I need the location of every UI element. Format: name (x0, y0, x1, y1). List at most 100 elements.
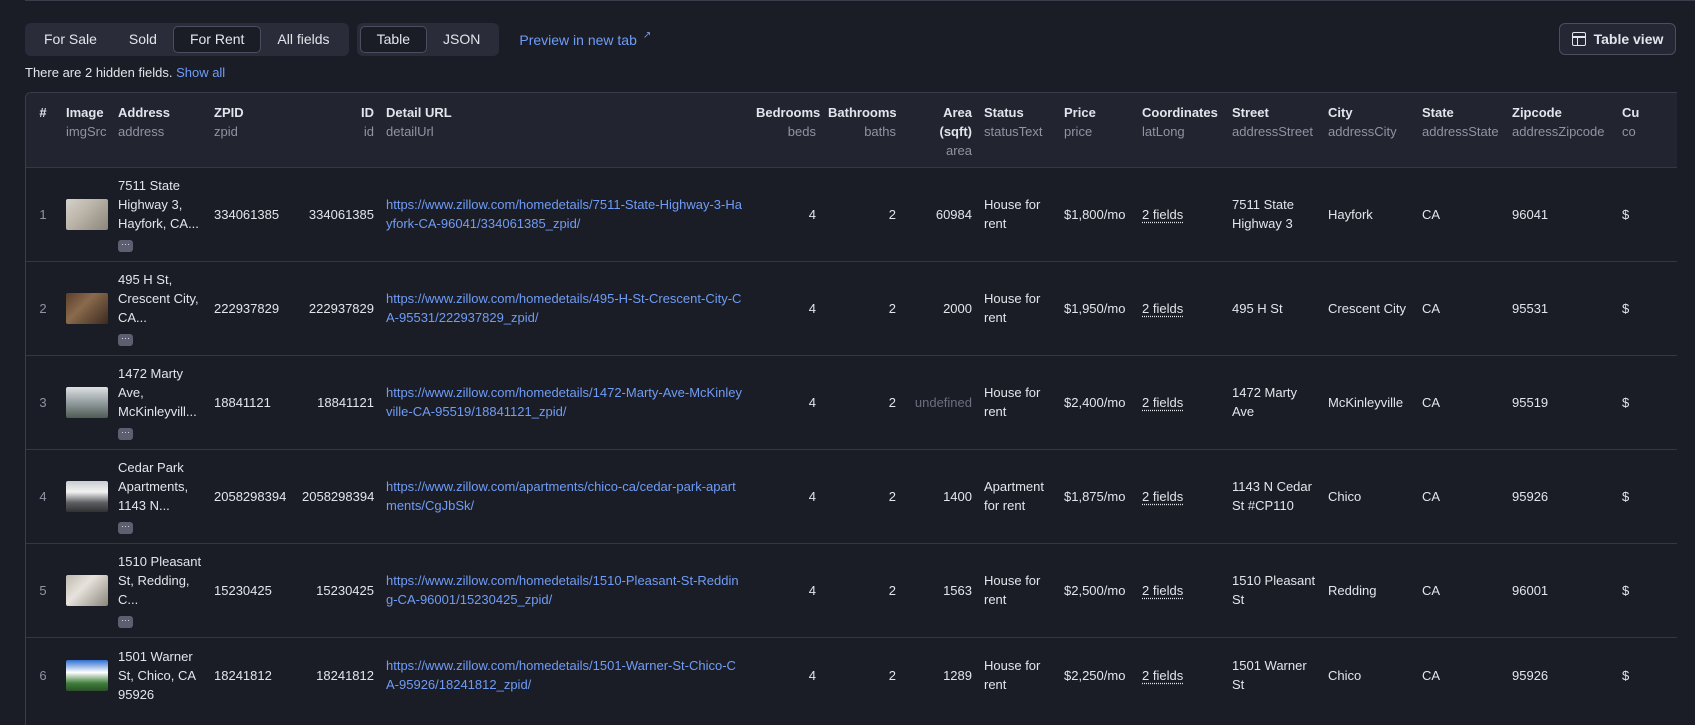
col-header-city[interactable]: City addressCity (1322, 93, 1416, 167)
listing-thumbnail[interactable] (66, 292, 108, 324)
col-header-detail-url[interactable]: Detail URL detailUrl (380, 93, 750, 167)
price-cell: $2,400/mo (1064, 394, 1126, 410)
street-cell: 7511 State Highway 3 (1232, 197, 1294, 231)
table-row[interactable]: 2 495 H St, Crescent City, CA... ··· 2229… (26, 261, 1677, 355)
status-cell: House for rent (984, 573, 1041, 607)
col-header-index[interactable]: # (26, 93, 60, 167)
table-row[interactable]: 4 Cedar Park Apartments, 1143 N... ··· 20… (26, 449, 1677, 543)
coordinates-fields-link[interactable]: 2 fields (1142, 395, 1183, 410)
area-cell: undefined (914, 394, 972, 410)
baths-cell: 2 (888, 667, 896, 683)
beds-cell: 4 (808, 582, 816, 598)
price-cell: $2,500/mo (1064, 582, 1126, 598)
zipcode-cell: 95926 (1512, 488, 1549, 504)
detail-url-link[interactable]: https://www.zillow.com/homedetails/7511-… (386, 197, 742, 231)
coordinates-fields-link[interactable]: 2 fields (1142, 668, 1183, 683)
more-icon[interactable]: ··· (118, 616, 133, 628)
col-header-currency[interactable]: Cu co (1616, 93, 1677, 167)
external-link-icon: ↗ (642, 30, 652, 41)
id-cell: 2058298394 (302, 488, 375, 504)
image-cell (60, 167, 112, 261)
tab-json[interactable]: JSON (427, 26, 496, 53)
col-header-bedrooms[interactable]: Bedrooms beds (750, 93, 822, 167)
coordinates-fields-link[interactable]: 2 fields (1142, 583, 1183, 598)
col-header-id[interactable]: ID id (296, 93, 380, 167)
currency-cell: $ (1622, 206, 1630, 222)
col-header-zpid[interactable]: ZPID zpid (208, 93, 296, 167)
table-row[interactable]: 3 1472 Marty Ave, McKinleyvill... ··· 188… (26, 355, 1677, 449)
coordinates-cell: 2 fields (1136, 261, 1226, 355)
area-cell: 1289 (943, 667, 972, 683)
area-cell: 60984 (935, 206, 972, 222)
id-cell: 334061385 (308, 206, 374, 222)
more-icon[interactable]: ··· (118, 240, 133, 252)
col-header-zipcode[interactable]: Zipcode addressZipcode (1506, 93, 1616, 167)
status-cell: House for rent (984, 385, 1041, 419)
detail-url-cell: https://www.zillow.com/homedetails/495-H… (380, 261, 750, 355)
coordinates-fields-link[interactable]: 2 fields (1142, 489, 1183, 504)
table-row[interactable]: 1 7511 State Highway 3, Hayfork, CA... ··… (26, 167, 1677, 261)
address-cell: Cedar Park Apartments, 1143 N... ··· (112, 449, 208, 543)
col-header-price[interactable]: Price price (1058, 93, 1136, 167)
detail-url-link[interactable]: https://www.zillow.com/homedetails/495-H… (386, 291, 741, 325)
col-header-image[interactable]: Image imgSrc (60, 93, 112, 167)
address-cell: 7511 State Highway 3, Hayfork, CA... ··· (112, 167, 208, 261)
state-cell: CA (1422, 582, 1441, 598)
tab-table[interactable]: Table (359, 26, 428, 53)
id-cell: 15230425 (316, 582, 374, 598)
beds-cell: 4 (808, 667, 816, 683)
table-view-label: Table view (1593, 31, 1664, 47)
row-index: 2 (39, 300, 47, 316)
col-header-address[interactable]: Address address (112, 93, 208, 167)
detail-url-link[interactable]: https://www.zillow.com/homedetails/1501-… (386, 658, 736, 692)
city-cell: Redding (1328, 582, 1377, 598)
row-index: 4 (39, 488, 47, 504)
currency-cell: $ (1622, 582, 1630, 598)
col-header-area[interactable]: Area (sqft) area (902, 93, 978, 167)
col-header-state[interactable]: State addressState (1416, 93, 1506, 167)
coordinates-cell: 2 fields (1136, 449, 1226, 543)
detail-url-link[interactable]: https://www.zillow.com/homedetails/1472-… (386, 385, 742, 419)
coordinates-fields-link[interactable]: 2 fields (1142, 301, 1183, 316)
detail-url-link[interactable]: https://www.zillow.com/homedetails/1510-… (386, 573, 739, 607)
table-header-row: # Image imgSrc Address address ZPID zpid ID… (26, 93, 1677, 167)
show-all-link[interactable]: Show all (176, 65, 225, 80)
listing-thumbnail[interactable] (66, 659, 108, 691)
beds-cell: 4 (808, 488, 816, 504)
col-header-status[interactable]: Status statusText (978, 93, 1058, 167)
tab-all-fields[interactable]: All fields (261, 26, 345, 53)
listing-thumbnail[interactable] (66, 386, 108, 418)
col-header-coordinates[interactable]: Coordinates latLong (1136, 93, 1226, 167)
table-row[interactable]: 5 1510 Pleasant St, Redding, C... ··· 152… (26, 543, 1677, 637)
image-cell (60, 355, 112, 449)
status-cell: House for rent (984, 197, 1041, 231)
listing-thumbnail[interactable] (66, 480, 108, 512)
table-row[interactable]: 6 1501 Warner St, Chico, CA 95926 182418… (26, 637, 1677, 713)
zpid-cell: 222937829 (214, 300, 280, 316)
more-icon[interactable]: ··· (118, 522, 133, 534)
more-icon[interactable]: ··· (118, 334, 133, 346)
city-cell: Chico (1328, 667, 1362, 683)
table-view-button[interactable]: Table view (1559, 23, 1676, 55)
address-cell: 1472 Marty Ave, McKinleyvill... ··· (112, 355, 208, 449)
price-cell: $1,800/mo (1064, 206, 1126, 222)
price-cell: $2,250/mo (1064, 667, 1126, 683)
beds-cell: 4 (808, 394, 816, 410)
detail-url-link[interactable]: https://www.zillow.com/apartments/chico-… (386, 479, 736, 513)
coordinates-fields-link[interactable]: 2 fields (1142, 207, 1183, 222)
preview-in-new-tab-link[interactable]: Preview in new tab ↗ (519, 30, 652, 48)
listing-thumbnail[interactable] (66, 574, 108, 606)
tab-for-rent[interactable]: For Rent (172, 26, 262, 53)
listing-thumbnail[interactable] (66, 198, 108, 230)
area-cell: 1400 (943, 488, 972, 504)
col-header-bathrooms[interactable]: Bathrooms baths (822, 93, 902, 167)
status-cell: House for rent (984, 291, 1041, 325)
tab-sold[interactable]: Sold (113, 26, 173, 53)
area-cell: 1563 (943, 582, 972, 598)
street-cell: 1510 Pleasant St (1232, 573, 1316, 607)
col-header-street[interactable]: Street addressStreet (1226, 93, 1322, 167)
results-table-container[interactable]: # Image imgSrc Address address ZPID zpid ID… (25, 92, 1677, 725)
tab-for-sale[interactable]: For Sale (28, 26, 113, 53)
preview-link-label: Preview in new tab (519, 31, 637, 48)
more-icon[interactable]: ··· (118, 428, 133, 440)
